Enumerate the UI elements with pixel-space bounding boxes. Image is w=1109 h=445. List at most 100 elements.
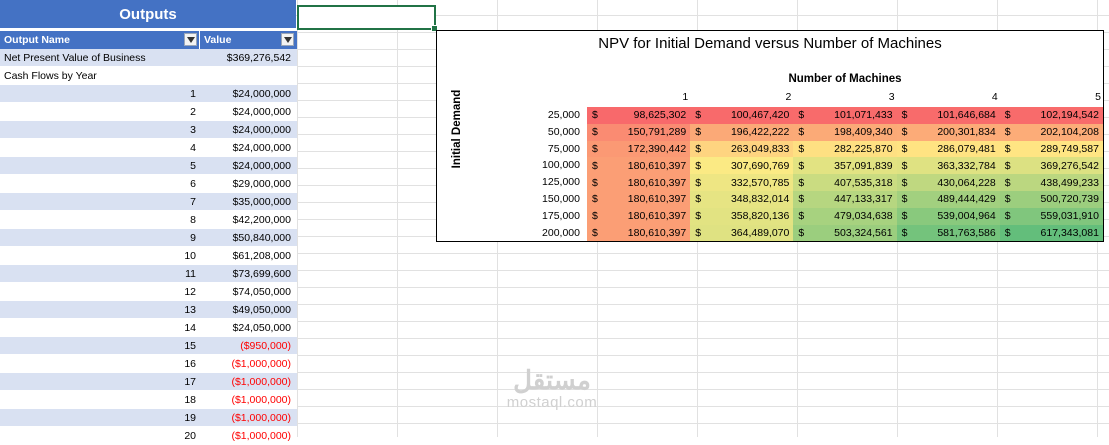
table-row[interactable]: 7 $35,000,000 [0,193,297,211]
table-row[interactable]: 10 $61,208,000 [0,247,297,265]
demand-cell[interactable]: 75,000 [527,141,585,158]
table-row[interactable]: Cash Flows by Year [0,67,297,85]
table-row[interactable]: 3 $24,000,000 [0,121,297,139]
demand-cell[interactable]: 125,000 [527,174,585,191]
npv-cell[interactable]: $172,390,442 [587,140,691,158]
year-cell[interactable]: 6 [0,178,200,190]
table-row[interactable]: 17 ($1,000,000) [0,373,297,391]
npv-cell[interactable]: $539,004,964 [896,207,1000,225]
cash-flow-value-cell[interactable]: $24,000,000 [200,88,296,100]
npv-cell[interactable]: $282,225,870 [793,140,897,158]
year-cell[interactable]: 10 [0,250,200,262]
table-row[interactable]: 5 $24,000,000 [0,157,297,175]
npv-cell[interactable]: $180,610,397 [587,190,691,208]
npv-cell[interactable]: $332,570,785 [690,174,794,191]
selected-cell[interactable] [297,5,438,32]
year-cell[interactable]: 19 [0,412,200,424]
year-cell[interactable]: 9 [0,232,200,244]
npv-cell[interactable]: $559,031,910 [999,207,1103,225]
year-cell[interactable]: 12 [0,286,200,298]
table-row[interactable]: 1 $24,000,000 [0,85,297,103]
year-cell[interactable]: 8 [0,214,200,226]
npv-cell[interactable]: $364,489,070 [690,224,794,242]
year-cell[interactable]: 3 [0,124,200,136]
year-cell[interactable]: 5 [0,160,200,172]
filter-dropdown-button[interactable] [184,33,197,46]
year-cell[interactable]: 11 [0,268,200,280]
table-row[interactable]: 15 ($950,000) [0,337,297,355]
table-row[interactable]: 16 ($1,000,000) [0,355,297,373]
table-row[interactable]: 20 ($1,000,000) [0,427,297,445]
npv-cell[interactable]: $180,610,397 [587,157,691,175]
cash-flow-value-cell[interactable]: ($1,000,000) [200,430,296,442]
npv-cell[interactable]: $101,646,684 [896,107,1000,124]
table-row[interactable]: 11 $73,699,600 [0,265,297,283]
machines-header-cell[interactable]: 4 [897,91,1000,103]
table-row[interactable]: 6 $29,000,000 [0,175,297,193]
npv-cell[interactable]: $369,276,542 [999,157,1103,175]
demand-cell[interactable]: 150,000 [527,191,585,208]
npv-cell[interactable]: $430,064,228 [896,174,1000,191]
table-row[interactable]: 8 $42,200,000 [0,211,297,229]
table-row[interactable]: 12 $74,050,000 [0,283,297,301]
npv-cell[interactable]: $358,820,136 [690,207,794,225]
year-cell[interactable]: 20 [0,430,200,442]
cash-flow-value-cell[interactable]: $61,208,000 [200,250,296,262]
npv-cell[interactable]: $150,791,289 [587,123,691,141]
cash-flow-value-cell[interactable]: $74,050,000 [200,286,296,298]
year-cell[interactable]: 1 [0,88,200,100]
cash-flow-value-cell[interactable]: $42,200,000 [200,214,296,226]
table-row[interactable]: 18 ($1,000,000) [0,391,297,409]
year-cell[interactable]: 16 [0,358,200,370]
cash-flow-value-cell[interactable]: ($1,000,000) [200,412,296,424]
demand-cell[interactable]: 50,000 [527,124,585,141]
demand-cell[interactable]: 25,000 [527,107,585,124]
cash-flow-value-cell[interactable]: $24,050,000 [200,322,296,334]
year-cell[interactable]: 13 [0,304,200,316]
npv-cell[interactable]: $289,749,587 [999,140,1103,158]
machines-header-cell[interactable]: 1 [587,91,690,103]
npv-cell[interactable]: $581,763,586 [896,224,1000,242]
cash-flow-value-cell[interactable]: $29,000,000 [200,178,296,190]
npv-cell[interactable]: $617,343,081 [999,224,1103,242]
filter-dropdown-button[interactable] [281,33,294,46]
table-row[interactable]: 14 $24,050,000 [0,319,297,337]
npv-cell[interactable]: $180,610,397 [587,224,691,242]
npv-cell[interactable]: $407,535,318 [793,174,897,191]
npv-cell[interactable]: $196,422,222 [690,123,794,141]
cash-flow-value-cell[interactable]: $24,000,000 [200,106,296,118]
year-cell[interactable]: 4 [0,142,200,154]
machines-header-cell[interactable]: 5 [1000,91,1103,103]
table-row[interactable]: 9 $50,840,000 [0,229,297,247]
npv-cell[interactable]: $307,690,769 [690,157,794,175]
npv-cell[interactable]: $479,034,638 [793,207,897,225]
cash-flow-value-cell[interactable]: $24,000,000 [200,142,296,154]
cash-flow-value-cell[interactable]: ($1,000,000) [200,394,296,406]
npv-cell[interactable]: $202,104,208 [999,123,1103,141]
cash-flow-value-cell[interactable]: $24,000,000 [200,160,296,172]
table-row[interactable]: 2 $24,000,000 [0,103,297,121]
table-row[interactable]: 19 ($1,000,000) [0,409,297,427]
npv-cell[interactable]: $447,133,317 [793,190,897,208]
year-cell[interactable]: 18 [0,394,200,406]
machines-header-cell[interactable]: 3 [793,91,896,103]
npv-cell[interactable]: $357,091,839 [793,157,897,175]
npv-cell[interactable]: $286,079,481 [896,140,1000,158]
output-name-cell[interactable]: Cash Flows by Year [0,70,200,82]
cash-flow-value-cell[interactable]: $49,050,000 [200,304,296,316]
npv-cell[interactable]: $500,720,739 [999,190,1103,208]
cash-flow-value-cell[interactable]: ($950,000) [200,340,296,352]
cash-flow-value-cell[interactable]: $73,699,600 [200,268,296,280]
demand-cell[interactable]: 100,000 [527,157,585,174]
table-row[interactable]: 4 $24,000,000 [0,139,297,157]
npv-cell[interactable]: $489,444,429 [896,190,1000,208]
output-value-cell[interactable]: $369,276,542 [200,52,296,64]
cash-flow-value-cell[interactable]: $35,000,000 [200,196,296,208]
npv-cell[interactable]: $102,194,542 [999,107,1103,124]
npv-cell[interactable]: $100,467,420 [690,107,794,124]
table-row[interactable]: 13 $49,050,000 [0,301,297,319]
npv-cell[interactable]: $101,071,433 [793,107,897,124]
output-name-cell[interactable]: Net Present Value of Business [0,52,200,64]
year-cell[interactable]: 2 [0,106,200,118]
cash-flow-value-cell[interactable]: $24,000,000 [200,124,296,136]
